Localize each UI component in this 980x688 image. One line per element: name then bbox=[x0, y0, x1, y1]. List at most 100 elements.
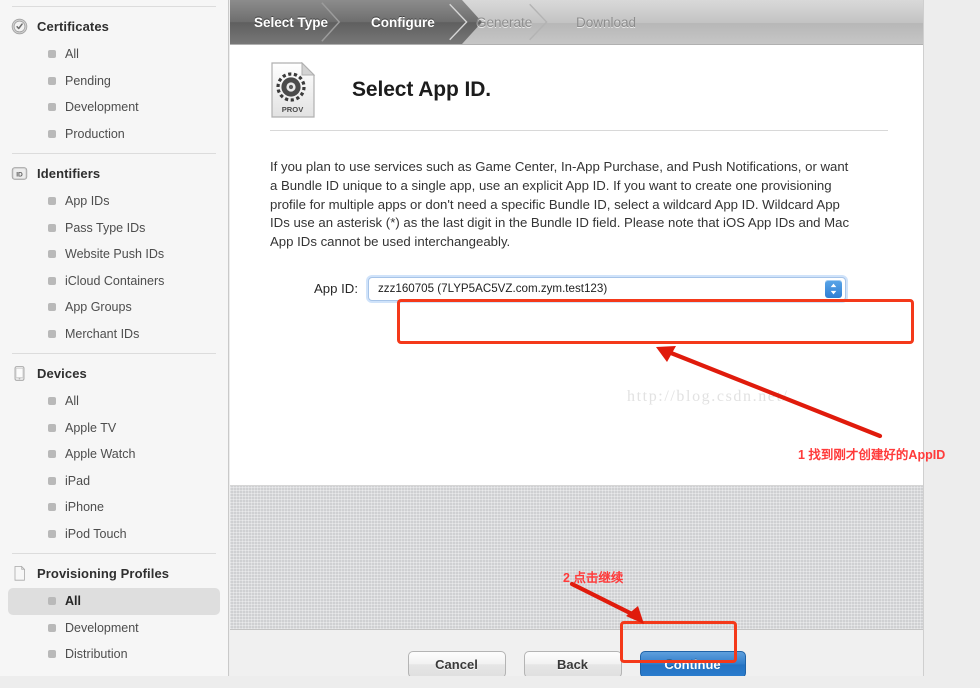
sidebar-item-app-ids[interactable]: App IDs bbox=[8, 188, 220, 215]
sidebar-item-certificates-production[interactable]: Production bbox=[8, 121, 220, 148]
bullet-icon bbox=[48, 503, 56, 512]
sidebar-item-ipad[interactable]: iPad bbox=[8, 468, 220, 495]
cancel-button[interactable]: Cancel bbox=[407, 650, 506, 676]
bullet-icon bbox=[48, 223, 56, 232]
sidebar-item-label: Distribution bbox=[65, 647, 128, 662]
sidebar-item-label: App Groups bbox=[65, 300, 132, 315]
sidebar-item-apple-tv[interactable]: Apple TV bbox=[8, 415, 220, 442]
textured-filler-band bbox=[230, 485, 923, 629]
sidebar-divider bbox=[12, 6, 216, 7]
bullet-icon bbox=[48, 623, 56, 632]
description-text: If you plan to use services such as Game… bbox=[270, 159, 850, 250]
device-phone-icon bbox=[11, 365, 28, 382]
app-id-select[interactable]: zzz160705 (7LYP5AC5VZ.com.zym.test123) bbox=[368, 276, 846, 301]
continue-button[interactable]: Continue bbox=[639, 650, 746, 676]
sidebar-item-label: App IDs bbox=[65, 194, 110, 209]
sidebar-item-icloud-containers[interactable]: iCloud Containers bbox=[8, 268, 220, 295]
sidebar-group-header-devices: Devices bbox=[0, 360, 228, 386]
app-id-field-row: App ID: zzz160705 (7LYP5AC5VZ.com.zym.te… bbox=[230, 276, 923, 301]
bullet-icon bbox=[48, 197, 56, 206]
bullet-icon bbox=[48, 103, 56, 112]
watermark-text: http://blog.csdn.net/ bbox=[627, 388, 789, 405]
sidebar-item-provisioning-development[interactable]: Development bbox=[8, 615, 220, 642]
bullet-icon bbox=[48, 129, 56, 138]
sidebar-item-merchant-ids[interactable]: Merchant IDs bbox=[8, 321, 220, 348]
svg-text:ID: ID bbox=[16, 171, 23, 178]
sidebar-group-title: Devices bbox=[37, 365, 87, 381]
sidebar-item-label: Development bbox=[65, 620, 139, 635]
sidebar-group-header-provisioning-profiles: Provisioning Profiles bbox=[0, 560, 228, 586]
certificate-seal-icon bbox=[11, 18, 28, 35]
sidebar-item-label: iCloud Containers bbox=[65, 273, 165, 288]
wizard-steps: Select Type Configure Generate Download bbox=[230, 0, 923, 45]
sidebar-item-label: Website Push IDs bbox=[65, 247, 165, 262]
sidebar-item-certificates-all[interactable]: All bbox=[8, 41, 220, 68]
sidebar-group-header-identifiers: ID Identifiers bbox=[0, 160, 228, 186]
bullet-icon bbox=[48, 303, 56, 312]
bullet-icon bbox=[48, 476, 56, 485]
sidebar-item-certificates-development[interactable]: Development bbox=[8, 94, 220, 121]
sidebar-group-title: Identifiers bbox=[37, 165, 101, 181]
sidebar-group-header-certificates: Certificates bbox=[0, 13, 228, 39]
annotation-label-2: 2 点击继续 bbox=[563, 571, 624, 585]
sidebar: Certificates All Pending Development Pro… bbox=[0, 0, 229, 676]
sidebar-divider bbox=[12, 553, 216, 554]
page-title: Select App ID. bbox=[352, 78, 492, 101]
step-label: Select Type bbox=[254, 14, 329, 30]
sidebar-item-label: All bbox=[65, 47, 79, 62]
sidebar-divider bbox=[12, 153, 216, 154]
sidebar-item-provisioning-distribution[interactable]: Distribution bbox=[8, 641, 220, 668]
sidebar-group-title: Provisioning Profiles bbox=[37, 565, 170, 581]
sidebar-item-label: Merchant IDs bbox=[65, 326, 140, 341]
provisioning-profile-icon: PROV bbox=[270, 61, 316, 118]
sidebar-item-devices-all[interactable]: All bbox=[8, 388, 220, 415]
step-label: Configure bbox=[371, 14, 435, 30]
back-button[interactable]: Back bbox=[523, 650, 622, 676]
sidebar-item-app-groups[interactable]: App Groups bbox=[8, 294, 220, 321]
bullet-icon bbox=[48, 423, 56, 432]
app-id-label: App ID: bbox=[314, 281, 358, 297]
sidebar-item-label: Pending bbox=[65, 73, 111, 88]
sidebar-item-label: Apple Watch bbox=[65, 447, 136, 462]
bullet-icon bbox=[48, 76, 56, 85]
sidebar-group-devices: Devices All Apple TV Apple Watch iPad iP… bbox=[0, 360, 228, 547]
sidebar-item-website-push-ids[interactable]: Website Push IDs bbox=[8, 241, 220, 268]
wizard-button-bar: Cancel Back Continue bbox=[230, 629, 923, 676]
annotation-label-1: 1 找到刚才创建好的AppID bbox=[798, 448, 946, 462]
step-chevron-separator-1 bbox=[321, 2, 341, 42]
sidebar-item-label: Production bbox=[65, 126, 125, 141]
step-label: Download bbox=[576, 14, 637, 30]
sidebar-group-title: Certificates bbox=[37, 18, 110, 34]
sidebar-item-label: Apple TV bbox=[65, 420, 117, 435]
bullet-icon bbox=[48, 650, 56, 659]
bullet-icon bbox=[48, 250, 56, 259]
sidebar-group-certificates: Certificates All Pending Development Pro… bbox=[0, 13, 228, 147]
sidebar-item-label: iPhone bbox=[65, 500, 104, 515]
sidebar-item-certificates-pending[interactable]: Pending bbox=[8, 68, 220, 95]
sidebar-group-provisioning-profiles: Provisioning Profiles All Development Di… bbox=[0, 560, 228, 668]
identifier-id-icon: ID bbox=[11, 165, 28, 182]
sidebar-item-label: Pass Type IDs bbox=[65, 220, 146, 235]
sidebar-group-identifiers: ID Identifiers App IDs Pass Type IDs Web… bbox=[0, 160, 228, 347]
provisioning-document-icon bbox=[11, 565, 28, 582]
app-id-selected-value: zzz160705 (7LYP5AC5VZ.com.zym.test123) bbox=[378, 282, 608, 296]
bullet-icon bbox=[48, 597, 56, 606]
sidebar-item-pass-type-ids[interactable]: Pass Type IDs bbox=[8, 215, 220, 242]
bullet-icon bbox=[48, 50, 56, 59]
sidebar-item-label: All bbox=[65, 394, 79, 409]
step-chevron-separator-3 bbox=[529, 3, 548, 41]
bullet-icon bbox=[48, 450, 56, 459]
page-header: PROV Select App ID. bbox=[230, 45, 923, 118]
sidebar-item-iphone[interactable]: iPhone bbox=[8, 494, 220, 521]
sidebar-item-apple-watch[interactable]: Apple Watch bbox=[8, 441, 220, 468]
step-download[interactable]: Download bbox=[552, 0, 636, 44]
chevron-updown-icon[interactable] bbox=[825, 279, 842, 298]
sidebar-item-label: Development bbox=[65, 100, 139, 115]
bullet-icon bbox=[48, 529, 56, 538]
sidebar-item-label: iPod Touch bbox=[65, 526, 127, 541]
sidebar-divider bbox=[12, 353, 216, 354]
sidebar-item-provisioning-all[interactable]: All bbox=[8, 588, 220, 615]
prov-icon-caption: PROV bbox=[282, 105, 304, 114]
content-divider bbox=[270, 130, 888, 131]
sidebar-item-ipod-touch[interactable]: iPod Touch bbox=[8, 521, 220, 548]
